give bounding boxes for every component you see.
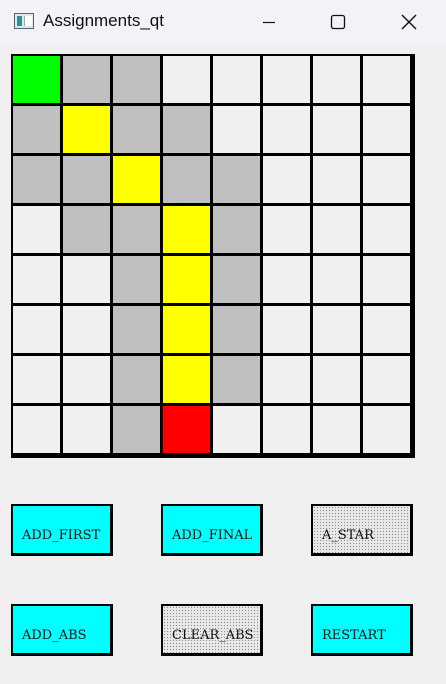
grid-cell-empty[interactable] [313,206,360,253]
grid-cell-visited[interactable] [113,106,160,153]
grid-cell-empty[interactable] [363,306,410,353]
grid-cell-empty[interactable] [13,406,60,453]
close-icon [401,14,417,30]
grid-cell-visited[interactable] [213,156,260,203]
grid-cell-empty[interactable] [363,106,410,153]
grid-cell-empty[interactable] [263,56,310,103]
window-title: Assignments_qt [43,11,164,30]
grid-cell-empty[interactable] [263,256,310,303]
app-icon [14,13,34,29]
grid-cell-visited[interactable] [113,406,160,453]
grid-cell-empty[interactable] [313,256,360,303]
a-star-button[interactable]: A_STAR [311,504,413,556]
grid-cell-empty[interactable] [13,206,60,253]
grid-cell-visited[interactable] [213,256,260,303]
grid-cell-visited[interactable] [113,256,160,303]
grid-cell-empty[interactable] [363,356,410,403]
add-final-button[interactable]: ADD_FINAL [161,504,263,556]
grid-cell-empty[interactable] [363,406,410,453]
title-bar: Assignments_qt [0,0,446,44]
grid-cell-empty[interactable] [63,306,110,353]
grid-cell-visited[interactable] [213,206,260,253]
grid-cell-empty[interactable] [213,406,260,453]
grid-cell-visited[interactable] [63,156,110,203]
grid-cell-empty[interactable] [63,356,110,403]
grid-cell-empty[interactable] [313,406,360,453]
grid-cell-empty[interactable] [13,256,60,303]
grid-cell-empty[interactable] [263,206,310,253]
grid-cell-empty[interactable] [263,406,310,453]
grid-cell-empty[interactable] [13,306,60,353]
grid-cell-start[interactable] [13,56,60,103]
grid-cell-path[interactable] [163,256,210,303]
grid-cell-path[interactable] [163,356,210,403]
path-grid [11,54,415,458]
grid-cell-visited[interactable] [163,156,210,203]
grid-cell-visited[interactable] [163,106,210,153]
grid-cell-empty[interactable] [263,356,310,403]
close-button[interactable] [386,0,432,44]
grid-cell-empty[interactable] [63,406,110,453]
grid-cell-empty[interactable] [213,56,260,103]
grid-cell-visited[interactable] [213,356,260,403]
grid-cell-empty[interactable] [213,106,260,153]
grid-cell-empty[interactable] [363,206,410,253]
grid-cell-visited[interactable] [63,206,110,253]
grid-cell-visited[interactable] [13,156,60,203]
grid-cell-empty[interactable] [363,56,410,103]
restart-button[interactable]: RESTART [311,604,413,656]
grid-cell-visited[interactable] [113,306,160,353]
grid-cell-path[interactable] [163,206,210,253]
grid-cell-empty[interactable] [263,156,310,203]
grid-cell-goal[interactable] [163,406,210,453]
grid-cell-visited[interactable] [113,206,160,253]
grid-cell-empty[interactable] [263,106,310,153]
grid-cell-empty[interactable] [363,156,410,203]
grid-cell-path[interactable] [163,306,210,353]
grid-cell-empty[interactable] [313,106,360,153]
grid-cell-empty[interactable] [313,156,360,203]
grid-cell-empty[interactable] [263,306,310,353]
grid-cell-path[interactable] [113,156,160,203]
clear-abs-button[interactable]: CLEAR_ABS [161,604,263,656]
grid-cell-empty[interactable] [63,256,110,303]
grid-cell-visited[interactable] [113,356,160,403]
maximize-icon [330,14,346,30]
minimize-icon [263,21,275,24]
add-first-button[interactable]: ADD_FIRST [11,504,113,556]
grid-cell-empty[interactable] [13,356,60,403]
grid-cell-empty[interactable] [313,56,360,103]
add-abs-button[interactable]: ADD_ABS [11,604,113,656]
grid-cell-visited[interactable] [113,56,160,103]
grid-cell-path[interactable] [63,106,110,153]
grid-cell-visited[interactable] [13,106,60,153]
grid-cell-empty[interactable] [163,56,210,103]
grid-cell-empty[interactable] [313,356,360,403]
grid-cell-visited[interactable] [213,306,260,353]
minimize-button[interactable] [246,0,292,44]
maximize-button[interactable] [315,0,361,44]
grid-cell-empty[interactable] [313,306,360,353]
grid-cell-visited[interactable] [63,56,110,103]
grid-cell-empty[interactable] [363,256,410,303]
